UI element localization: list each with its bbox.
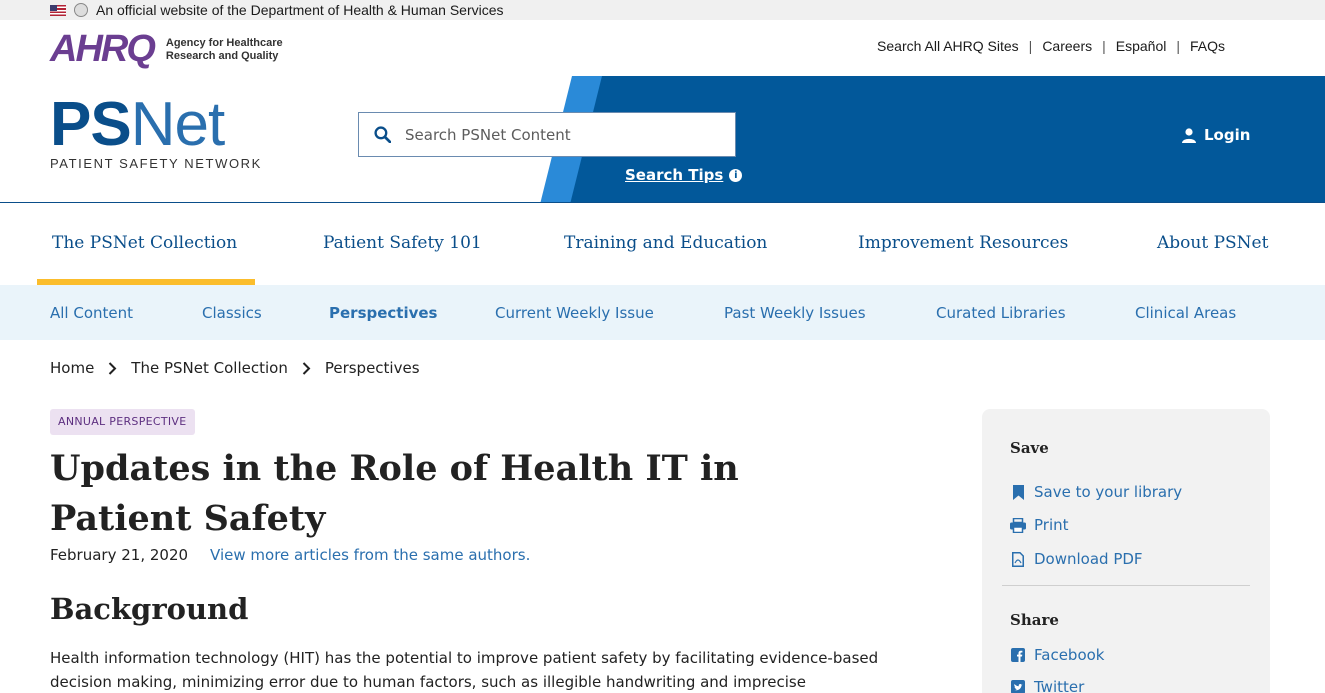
ahrq-name-line1: Agency for Healthcare [165,36,283,49]
ahrq-logo[interactable]: AHRQ Agency for Healthcare Research and … [50,28,283,71]
search-icon[interactable] [359,126,405,143]
utility-link-faqs[interactable]: FAQs [1190,38,1225,54]
utility-nav: Search All AHRQ Sites | Careers | Españo… [877,38,1225,54]
page-title: Updates in the Role of Health IT in Pati… [50,448,739,539]
pdf-file-icon [1010,551,1026,567]
sub-nav-perspectives[interactable]: Perspectives [329,304,438,322]
hhs-logo-icon [74,3,88,17]
sidebar-divider [1002,585,1250,586]
utility-link-careers[interactable]: Careers [1042,38,1092,54]
save-library-link[interactable]: Save to your library [1010,483,1182,501]
article-meta: February 21, 2020 View more articles fro… [50,546,530,564]
sub-nav-curated-libraries[interactable]: Curated Libraries [936,304,1066,322]
ahrq-name-line2: Research and Quality [165,49,279,62]
article-paragraph: Health information technology (HIT) has … [50,649,879,691]
sub-nav-classics[interactable]: Classics [202,304,262,322]
gov-banner-text: An official website of the Department of… [96,2,504,18]
sub-nav: All Content Classics Perspectives Curren… [0,285,1325,340]
psnet-logo[interactable]: PSNet PATIENT SAFETY NETWORK [50,94,262,172]
sub-nav-all-content[interactable]: All Content [50,304,133,322]
main-nav-improvement-resources[interactable]: Improvement Resources [858,233,1068,253]
breadcrumb-psnet-collection[interactable]: The PSNet Collection [131,359,288,377]
authors-link[interactable]: View more articles from the same authors… [210,546,530,564]
save-library-label: Save to your library [1034,483,1183,501]
main-nav-psnet-collection[interactable]: The PSNet Collection [52,233,237,253]
chevron-right-icon [302,361,311,375]
share-heading: Share [1010,611,1059,629]
main-nav-training-education[interactable]: Training and Education [564,233,767,253]
search-box [358,112,736,157]
utility-link-espanol[interactable]: Español [1116,38,1167,54]
user-icon [1182,127,1196,143]
info-icon: i [729,168,743,182]
twitter-label: Twitter [1034,678,1085,693]
download-pdf-link[interactable]: Download PDF [1010,550,1143,568]
facebook-icon [1010,648,1026,662]
save-heading: Save [1010,439,1049,457]
breadcrumb-perspectives: Perspectives [324,359,420,377]
search-tips-label: Search Tips [625,166,724,184]
login-button[interactable]: Login [1182,126,1250,144]
facebook-link[interactable]: Facebook [1010,646,1104,664]
bookmark-icon [1010,484,1026,500]
ahrq-name: Agency for Healthcare Research and Quali… [166,37,283,63]
sidebar: Save Save to your library Print Download… [982,409,1270,693]
main-nav-about-psnet[interactable]: About PSNet [1157,233,1268,253]
printer-icon [1010,517,1026,533]
psnet-net: Net [130,90,225,159]
utility-link-search-all[interactable]: Search All AHRQ Sites [877,38,1019,54]
breadcrumb-home[interactable]: Home [50,359,94,377]
main-nav-patient-safety-101[interactable]: Patient Safety 101 [323,233,482,253]
twitter-icon [1010,680,1026,693]
chevron-right-icon [108,361,117,375]
article-tag[interactable]: ANNUAL PERSPECTIVE [50,409,195,435]
sub-nav-clinical-areas[interactable]: Clinical Areas [1135,304,1236,322]
gov-banner: An official website of the Department of… [0,0,1325,20]
psnet-wordmark: PSNet [50,94,262,156]
ahrq-mark: AHRQ [50,28,156,70]
login-label: Login [1204,126,1251,144]
search-input[interactable] [405,125,705,144]
print-label: Print [1034,516,1069,534]
us-flag-icon [50,4,66,16]
search-tips-link[interactable]: Search Tips i [625,166,743,184]
sub-nav-current-weekly-issue[interactable]: Current Weekly Issue [495,304,654,322]
psnet-ps: PS [50,90,132,159]
download-pdf-label: Download PDF [1034,550,1143,568]
facebook-label: Facebook [1034,646,1105,664]
breadcrumb: Home The PSNet Collection Perspectives [50,359,420,377]
psnet-subtitle: PATIENT SAFETY NETWORK [50,156,262,171]
main-nav: The PSNet Collection Patient Safety 101 … [0,203,1325,285]
twitter-link[interactable]: Twitter [1010,678,1084,693]
section-heading: Background [50,592,249,626]
sub-nav-past-weekly-issues[interactable]: Past Weekly Issues [724,304,866,322]
article-date: February 21, 2020 [50,546,189,564]
print-link[interactable]: Print [1010,516,1069,534]
